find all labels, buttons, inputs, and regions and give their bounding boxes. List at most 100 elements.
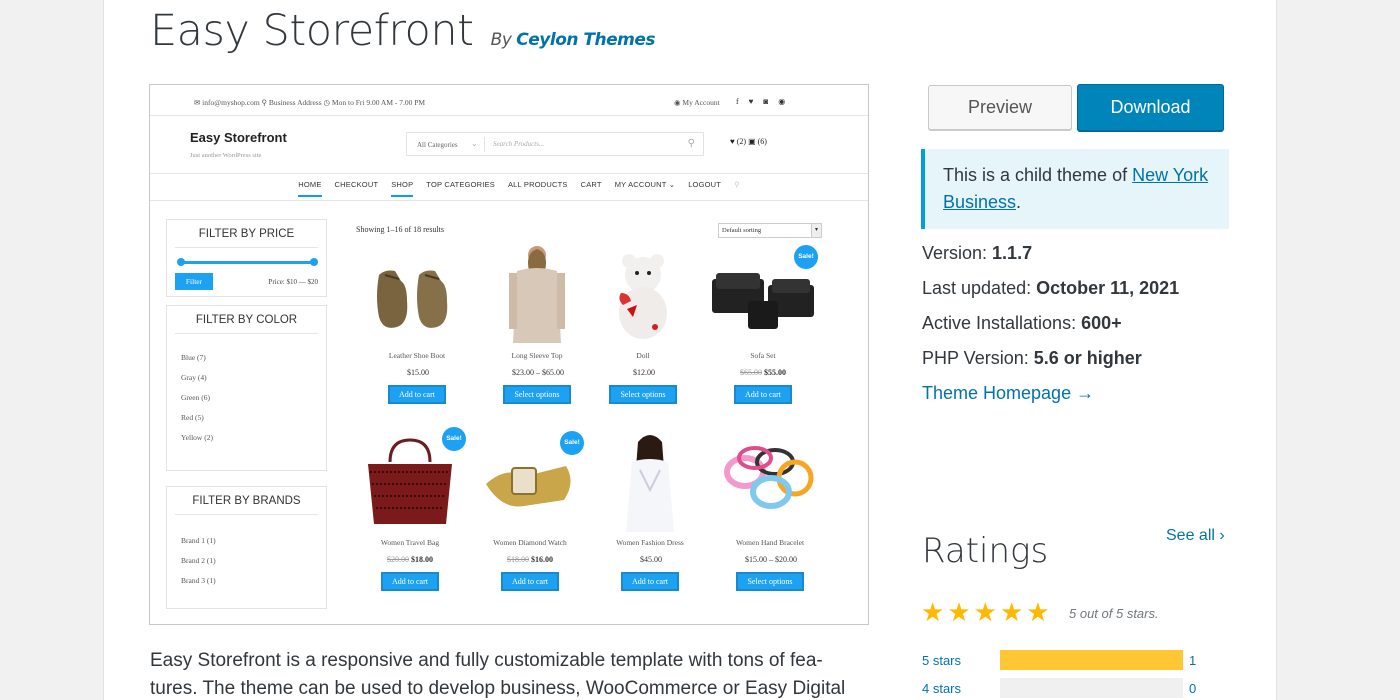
meta-last-updated: Last updated: October 11, 2021: [922, 278, 1179, 299]
brand-option: Brand 3 (1): [181, 576, 216, 585]
filter-color-title: FILTER BY COLOR: [195, 314, 298, 326]
product-name: Women Hand Bracelet: [735, 538, 805, 547]
facebook-icon: f: [736, 97, 739, 106]
product-current-price: $45.00: [640, 555, 662, 564]
updated-label: Last updated:: [922, 278, 1037, 298]
by-prefix: By: [490, 30, 512, 50]
version-value: 1.1.7: [992, 243, 1033, 263]
color-option: Blue (7): [181, 353, 206, 362]
shot-contact-info: ✉ info@myshop.com ⚲ Business Address ◷ M…: [194, 98, 426, 107]
product-card: Doll $12.00 Select options: [588, 245, 698, 404]
filter-brands-title: FILTER BY BRANDS: [192, 495, 301, 507]
meta-php: PHP Version: 5.6 or higher: [922, 348, 1142, 369]
shot-brand: Easy Storefront: [190, 130, 287, 145]
product-button: Add to cart: [501, 572, 559, 591]
shot-nav-item: TOP CATEGORIES: [426, 180, 495, 189]
product-price: $23.00 – $65.00: [482, 368, 592, 377]
php-label: PHP Version:: [922, 348, 1034, 368]
product-price: $15.00: [362, 368, 472, 377]
theme-homepage-link[interactable]: Theme Homepage →: [922, 383, 1094, 404]
color-option: Green (6): [181, 393, 210, 402]
price-range: Price: $10 — $20: [268, 278, 318, 286]
product-card: Women Travel Bag $20.00 $18.00 Add to car…: [355, 432, 465, 591]
sale-badge: Sale!: [794, 245, 818, 269]
theme-title: Easy Storefront By Ceylon Themes: [150, 6, 656, 56]
product-current-price: $15.00 – $20.00: [745, 555, 797, 564]
product-image-bracelet: [715, 432, 825, 532]
shot-nav-item: SHOP: [391, 180, 414, 197]
product-button: Add to cart: [388, 385, 446, 404]
shot-nav-item: ALL PRODUCTS: [507, 180, 568, 189]
php-value: 5.6 or higher: [1033, 348, 1142, 368]
ratings-heading: Ratings: [922, 531, 1049, 571]
sale-badge: Sale!: [442, 427, 466, 451]
product-card: Women Fashion Dress $45.00 Add to cart: [595, 432, 705, 591]
product-card: Leather Shoe Boot $15.00 Add to cart: [362, 245, 472, 404]
product-image-doll: [588, 245, 698, 345]
shot-topbar: ✉ info@myshop.com ⚲ Business Address ◷ M…: [150, 85, 868, 115]
download-button[interactable]: Download: [1077, 84, 1224, 131]
product-image-top: [482, 245, 592, 345]
color-option: Gray (4): [181, 373, 207, 382]
shot-nav-item: CHECKOUT: [334, 180, 379, 189]
product-button: Select options: [503, 385, 571, 404]
product-button: Select options: [609, 385, 677, 404]
shot-nav-item: HOME: [298, 180, 322, 197]
product-card: Women Diamond Watch $18.00 $16.00 Add to …: [475, 432, 585, 591]
installs-value: 600+: [1081, 313, 1122, 333]
theme-name: Easy Storefront: [150, 6, 474, 56]
product-card: Long Sleeve Top $23.00 – $65.00 Select o…: [482, 245, 592, 404]
theme-screenshot: ✉ info@myshop.com ⚲ Business Address ◷ M…: [149, 84, 869, 625]
star-rating: ★ ★ ★ ★ ★: [921, 598, 1050, 626]
rating-4-link[interactable]: 4 stars: [922, 681, 961, 696]
product-current-price: $12.00: [633, 368, 655, 377]
star-icon: ★: [973, 597, 997, 627]
shot-filter-color: FILTER BY COLOR Blue (7) Gray (4) Green …: [166, 305, 327, 471]
rating-5-link[interactable]: 5 stars: [922, 653, 961, 668]
shot-nav-item: CART: [580, 180, 602, 189]
pinterest-icon: ◉: [778, 97, 786, 106]
product-name: Leather Shoe Boot: [388, 351, 446, 360]
child-theme-notice: This is a child theme of New York Busine…: [921, 149, 1229, 229]
product-current-price: $55.00: [764, 368, 786, 377]
product-old-price: $20.00: [387, 555, 409, 564]
product-old-price: $18.00: [507, 555, 529, 564]
product-name: Sofa Set: [750, 351, 776, 360]
product-price: $12.00: [588, 368, 698, 377]
product-price: $18.00 $16.00: [475, 555, 585, 564]
installs-label: Active Installations:: [922, 313, 1082, 333]
notice-suffix: .: [1016, 192, 1022, 212]
product-current-price: $18.00: [411, 555, 433, 564]
product-current-price: $16.00: [531, 555, 553, 564]
rating-4-count[interactable]: 0: [1189, 681, 1196, 696]
product-button: Select options: [736, 572, 804, 591]
star-icon: ★: [1026, 597, 1050, 627]
author-link[interactable]: Ceylon Themes: [516, 30, 655, 50]
product-button: Add to cart: [734, 385, 792, 404]
preview-button[interactable]: Preview: [928, 85, 1072, 130]
notice-text: This is a child theme of: [943, 165, 1133, 185]
see-all-ratings-link[interactable]: See all ›: [1166, 527, 1225, 545]
chevron-down-icon: ⌄: [471, 139, 478, 148]
updated-value: October 11, 2021: [1036, 278, 1180, 298]
search-icon: ⚲: [687, 138, 695, 149]
meta-installs: Active Installations: 600+: [922, 313, 1122, 334]
shot-filter-price: FILTER BY PRICE Filter Price: $10 — $20: [166, 219, 327, 297]
version-label: Version:: [922, 243, 993, 263]
product-button: Add to cart: [621, 572, 679, 591]
meta-version: Version: 1.1.7: [922, 243, 1032, 264]
rating-5-bar: [1000, 650, 1183, 670]
product-image-dress: [595, 432, 705, 532]
star-icon: ★: [921, 597, 945, 627]
chevron-down-icon: ▾: [811, 224, 821, 237]
product-current-price: $15.00: [407, 368, 429, 377]
product-button: Add to cart: [381, 572, 439, 591]
skype-icon: ◙: [763, 97, 769, 106]
shot-nav: HOME CHECKOUT SHOP TOP CATEGORIES ALL PR…: [150, 180, 868, 197]
shot-tagline: Just another WordPress site: [190, 152, 262, 159]
rating-5-fill: [1000, 650, 1183, 670]
rating-5-count[interactable]: 1: [1189, 653, 1196, 668]
product-image-boots: [362, 245, 472, 345]
shot-social-icons: f ♥ ◙ ◉: [736, 97, 785, 106]
theme-description: Easy Storefront is a responsive and full…: [150, 650, 846, 699]
